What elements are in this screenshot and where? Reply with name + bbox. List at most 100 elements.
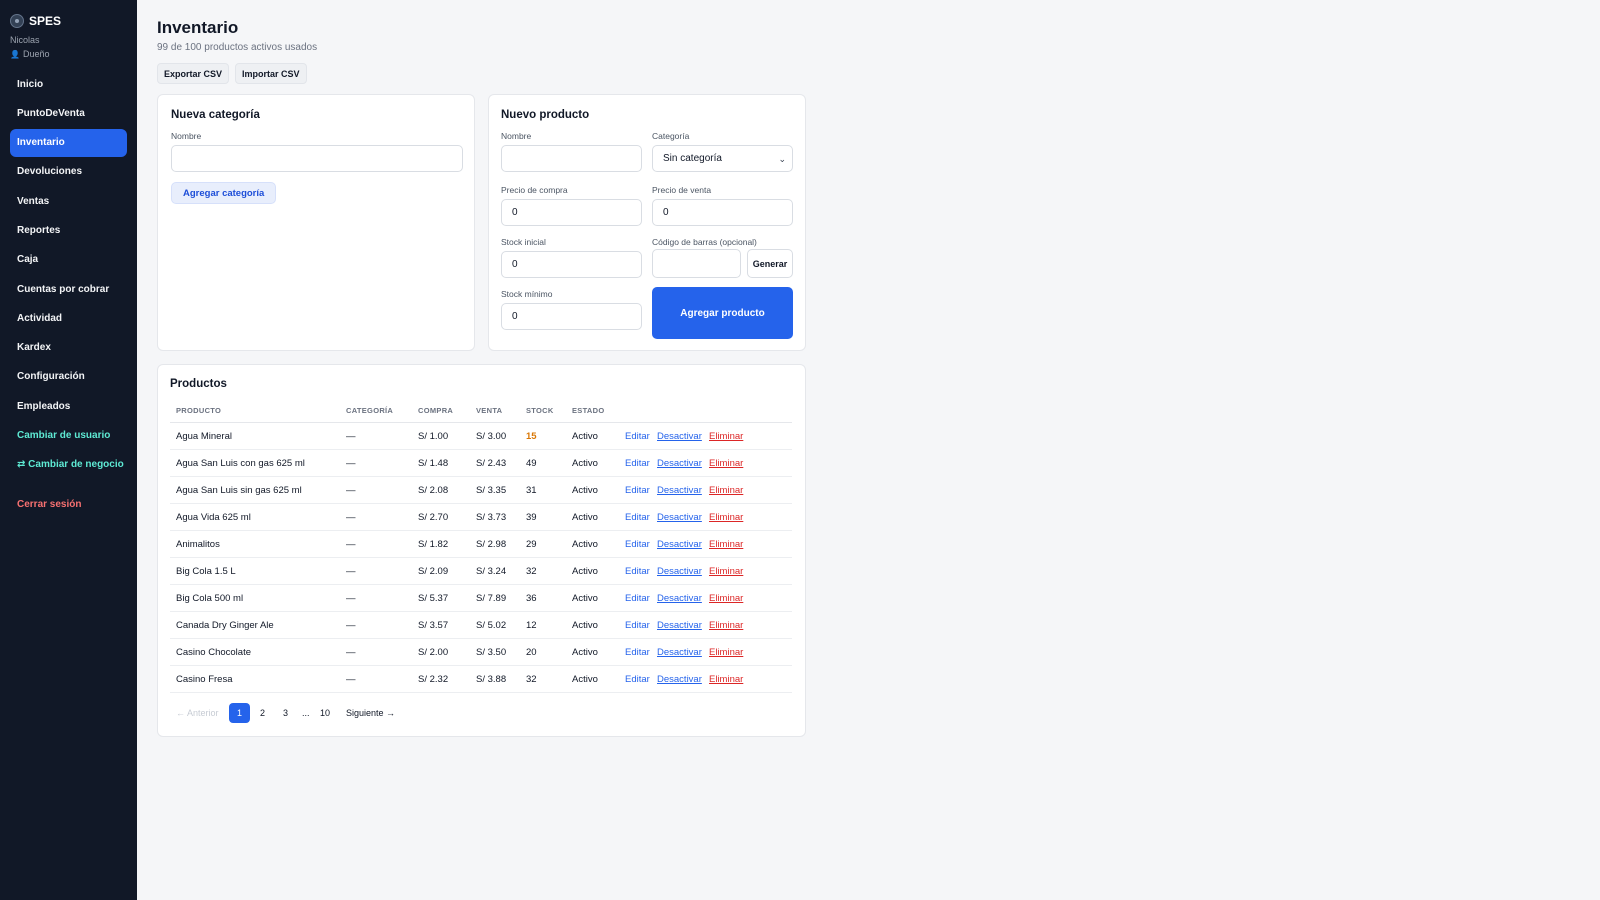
category-card: Nueva categoría Nombre Agregar categoría [157,94,475,351]
buy-price-input[interactable]: 0 [501,199,642,226]
deactivate-link[interactable]: Desactivar [657,450,702,477]
pagination-page-1[interactable]: 1 [229,703,250,723]
cell-estado: Activo [572,593,598,604]
deactivate-link[interactable]: Desactivar [657,477,702,504]
product-card-title: Nuevo producto [501,109,590,121]
delete-link[interactable]: Eliminar [709,504,743,531]
add-product-button[interactable]: Agregar producto [652,287,793,339]
pagination-page-3[interactable]: 3 [283,703,288,723]
cell-compra: S/ 2.32 [418,674,449,685]
sidebar-item-inventario[interactable]: Inventario [10,128,127,157]
cell-compra: S/ 5.37 [418,593,449,604]
deactivate-link[interactable]: Desactivar [657,531,702,558]
cell-venta: S/ 3.88 [476,674,507,685]
export-csv-button[interactable]: Exportar CSV [157,63,230,84]
pagination-next[interactable]: Siguiente → [346,703,395,723]
sidebar-item-cambiar-negocio[interactable]: ⇄ Cambiar de negocio [10,451,127,479]
sidebar-item-empleados[interactable]: Empleados [10,392,127,420]
sidebar-item-cambiar-usuario[interactable]: Cambiar de usuario [10,422,127,450]
deactivate-link[interactable]: Desactivar [657,666,702,693]
delete-link[interactable]: Eliminar [709,531,743,558]
sidebar-item-inicio[interactable]: Inicio [10,70,127,98]
barcode-input[interactable] [652,249,741,278]
sidebar-item-reportes[interactable]: Reportes [10,216,127,244]
import-csv-button[interactable]: Importar CSV [235,63,307,84]
cell-venta: S/ 3.24 [476,566,507,577]
deactivate-link[interactable]: Desactivar [657,585,702,612]
cell-venta: S/ 2.98 [476,539,507,550]
sidebar-item-ventas[interactable]: Ventas [10,187,127,215]
deactivate-link[interactable]: Desactivar [657,504,702,531]
edit-link[interactable]: Editar [625,423,650,450]
delete-link[interactable]: Eliminar [709,585,743,612]
cell-producto: Casino Chocolate [176,647,251,658]
cell-estado: Activo [572,674,598,685]
table-row: Animalitos — S/ 1.82 S/ 2.98 29 Activo Editar D… [170,531,792,558]
cell-categoria: — [346,674,356,685]
sidebar-item-punto-de-venta[interactable]: PuntoDeVenta [10,99,127,127]
product-name-input[interactable] [501,145,642,172]
col-header-categoria: CATEGORÍA [346,406,394,415]
cell-venta: S/ 3.35 [476,485,507,496]
table-row: Agua Mineral — S/ 1.00 S/ 3.00 15 Activo Edita… [170,423,792,450]
user-role: 👤 Dueño [10,49,50,59]
delete-link[interactable]: Eliminar [709,558,743,585]
pagination-page-10[interactable]: 10 [320,703,330,723]
table-row: Agua San Luis sin gas 625 ml — S/ 2.08 S/ 3… [170,477,792,504]
sidebar-item-cuentas-por-cobrar[interactable]: Cuentas por cobrar [10,275,127,303]
cell-venta: S/ 3.73 [476,512,507,523]
cell-estado: Activo [572,431,598,442]
edit-link[interactable]: Editar [625,666,650,693]
cell-compra: S/ 1.82 [418,539,449,550]
deactivate-link[interactable]: Desactivar [657,639,702,666]
delete-link[interactable]: Eliminar [709,450,743,477]
generate-barcode-button[interactable]: Generar [747,249,793,278]
edit-link[interactable]: Editar [625,639,650,666]
deactivate-link[interactable]: Desactivar [657,558,702,585]
add-category-button[interactable]: Agregar categoría [171,182,277,204]
cell-categoria: — [346,620,356,631]
edit-link[interactable]: Editar [625,504,650,531]
brand[interactable]: SPES [10,14,61,28]
cell-categoria: — [346,458,356,469]
cell-producto: Agua San Luis con gas 625 ml [176,458,305,469]
product-category-label: Categoría [652,131,690,141]
col-header-estado: ESTADO [572,406,605,415]
deactivate-link[interactable]: Desactivar [657,612,702,639]
edit-link[interactable]: Editar [625,585,650,612]
table-row: Canada Dry Ginger Ale — S/ 3.57 S/ 5.02 12 Ac… [170,612,792,639]
delete-link[interactable]: Eliminar [709,423,743,450]
cell-categoria: — [346,566,356,577]
delete-link[interactable]: Eliminar [709,477,743,504]
pagination-page-2[interactable]: 2 [260,703,265,723]
chevron-down-icon: ⌄ [778,154,786,164]
delete-link[interactable]: Eliminar [709,666,743,693]
min-stock-input[interactable]: 0 [501,303,642,330]
cell-stock: 32 [526,566,537,577]
sidebar-item-kardex[interactable]: Kardex [10,334,127,362]
edit-link[interactable]: Editar [625,477,650,504]
sell-price-input[interactable]: 0 [652,199,793,226]
sidebar-item-actividad[interactable]: Actividad [10,304,127,332]
category-name-input[interactable] [171,145,463,172]
edit-link[interactable]: Editar [625,531,650,558]
initial-stock-input[interactable]: 0 [501,251,642,278]
cell-compra: S/ 2.08 [418,485,449,496]
cell-venta: S/ 3.00 [476,431,507,442]
logout-button[interactable]: Cerrar sesión [10,491,127,519]
edit-link[interactable]: Editar [625,450,650,477]
cell-producto: Agua Mineral [176,431,232,442]
delete-link[interactable]: Eliminar [709,612,743,639]
cell-stock: 15 [526,431,537,442]
sidebar-item-configuracion[interactable]: Configuración [10,363,127,391]
sidebar-item-caja[interactable]: Caja [10,246,127,274]
product-category-select[interactable]: Sin categoría ⌄ [652,145,793,172]
delete-link[interactable]: Eliminar [709,639,743,666]
edit-link[interactable]: Editar [625,612,650,639]
edit-link[interactable]: Editar [625,558,650,585]
cell-stock: 49 [526,458,537,469]
deactivate-link[interactable]: Desactivar [657,423,702,450]
sidebar-item-devoluciones[interactable]: Devoluciones [10,158,127,186]
col-header-venta: VENTA [476,406,503,415]
cell-producto: Casino Fresa [176,674,233,685]
